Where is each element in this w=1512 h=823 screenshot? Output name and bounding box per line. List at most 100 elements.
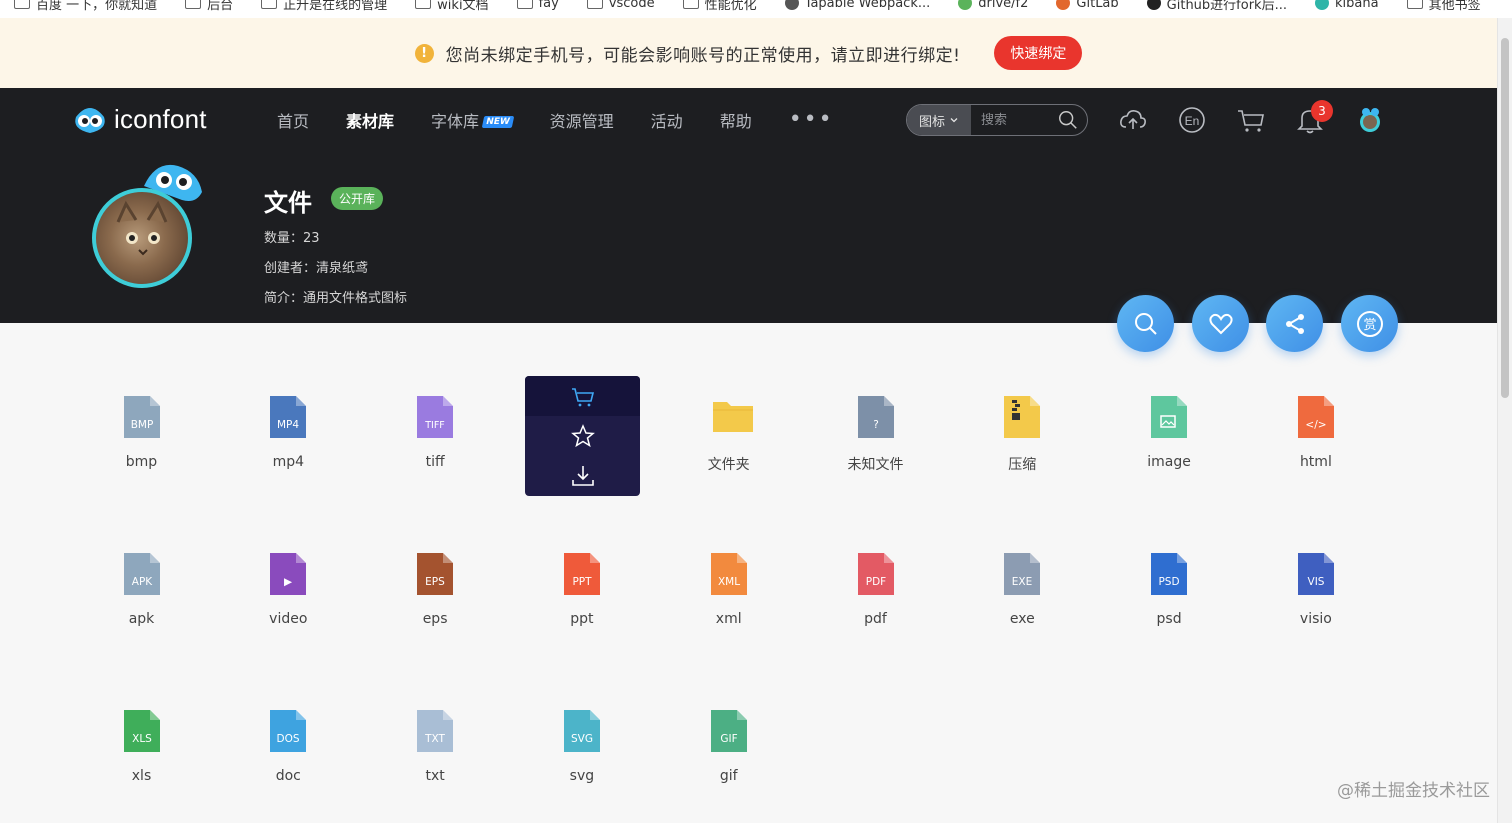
page-scrollbar[interactable]: [1497, 18, 1512, 823]
share-action-button[interactable]: [1266, 295, 1323, 352]
cart-icon[interactable]: [1236, 105, 1266, 135]
svg-text:GIF: GIF: [720, 733, 737, 745]
add-to-cart-icon[interactable]: [570, 384, 596, 410]
bookmark-item[interactable]: drive/f2: [944, 0, 1042, 12]
icon-card[interactable]: PPT ppt: [508, 507, 655, 664]
folder-icon: [261, 0, 278, 9]
search-icon[interactable]: [1057, 109, 1079, 131]
icon-card[interactable]: GIF gif: [655, 664, 802, 821]
svg-text:▶: ▶: [284, 576, 293, 588]
nav-item-1[interactable]: 素材库: [346, 108, 394, 132]
logo-icon: [75, 108, 105, 133]
bookmark-item[interactable]: 百度 一下，你就知道: [0, 0, 171, 13]
folder-icon: [682, 0, 699, 9]
文件夹-file-icon: [711, 396, 753, 436]
bookmark-item[interactable]: 其他书签: [1393, 0, 1495, 13]
kibana-icon: [1314, 0, 1329, 10]
share-icon: [1285, 313, 1304, 334]
icon-label: 压缩: [1008, 457, 1037, 473]
library-title: 文件: [264, 189, 312, 217]
image-file-icon: [1151, 396, 1188, 438]
video-file-icon: ▶: [270, 553, 307, 595]
scrollbar-thumb[interactable]: [1501, 38, 1509, 398]
site-header: iconfont 首页 素材库 字体库 NEW 资源管理 活动 帮助 •••: [0, 88, 1497, 323]
icon-hover-card[interactable]: [525, 376, 640, 496]
bookmark-label: 性能优化: [704, 0, 757, 13]
bookmark-item[interactable]: kibana: [1301, 0, 1393, 12]
icon-card[interactable]: ▶ video: [215, 507, 362, 664]
cat-face-icon: [116, 200, 168, 256]
xml-file-icon: XML: [710, 553, 747, 595]
svg-text:DOS: DOS: [277, 733, 300, 745]
language-icon[interactable]: En: [1177, 105, 1207, 135]
favorite-action-button[interactable]: [1192, 295, 1249, 352]
icon-card[interactable]: 文件夹: [655, 350, 802, 507]
icon-label: pdf: [864, 611, 887, 627]
download-icon[interactable]: [570, 463, 596, 489]
user-avatar-icon[interactable]: [1355, 105, 1385, 135]
more-menu-button[interactable]: •••: [789, 109, 834, 131]
svg-text:APK: APK: [131, 576, 153, 588]
svg-text:PDF: PDF: [865, 576, 885, 588]
icon-card[interactable]: ? 未知文件: [802, 350, 949, 507]
icon-card[interactable]: VIS visio: [1242, 507, 1389, 664]
search-type-select[interactable]: 图标: [907, 105, 971, 135]
quick-bind-button[interactable]: 快速绑定: [994, 36, 1083, 70]
bookmark-label: wiki文档: [437, 0, 489, 13]
bookmark-item[interactable]: wiki文档: [401, 0, 502, 13]
nav-item-5[interactable]: 帮助: [720, 108, 752, 132]
bookmark-item[interactable]: 性能优化: [669, 0, 771, 13]
bookmark-item[interactable]: vscode: [573, 0, 669, 12]
nav-item-0[interactable]: 首页: [277, 108, 309, 132]
icon-label: bmp: [125, 454, 158, 470]
svg-file-icon: SVG: [563, 710, 600, 752]
warning-icon: !: [414, 43, 434, 63]
bookmark-item[interactable]: 后台: [171, 0, 247, 13]
icon-card[interactable]: MP4 mp4: [215, 350, 362, 507]
bookmark-label: vscode: [608, 0, 655, 11]
svg-text:VIS: VIS: [1307, 576, 1324, 588]
bookmark-item[interactable]: GitLab: [1042, 0, 1132, 12]
icon-card[interactable]: APK apk: [68, 507, 215, 664]
svg-text:SVG: SVG: [571, 733, 593, 745]
nav-item-3[interactable]: 资源管理: [550, 108, 614, 132]
gitlab-icon: [1056, 0, 1071, 10]
exe-file-icon: EXE: [1004, 553, 1041, 595]
bookmark-item[interactable]: 正升是在线的管理: [247, 0, 401, 13]
nav-label: 素材库: [346, 112, 395, 131]
svg-text:MP4: MP4: [277, 419, 299, 431]
upload-icon[interactable]: [1118, 105, 1148, 135]
icon-card[interactable]: PDF pdf: [802, 507, 949, 664]
icon-card[interactable]: XLS xls: [68, 664, 215, 821]
icon-card[interactable]: SVG svg: [508, 664, 655, 821]
bookmark-item[interactable]: fay: [503, 0, 573, 12]
bookmark-item[interactable]: Github进行fork后...: [1133, 0, 1301, 13]
icon-card[interactable]: 压缩: [949, 350, 1096, 507]
icon-card[interactable]: TIFF tiff: [362, 350, 509, 507]
icon-card[interactable]: TXT txt: [362, 664, 509, 821]
iconfont-logo[interactable]: iconfont: [72, 103, 207, 135]
star-icon[interactable]: [570, 423, 596, 449]
icon-card[interactable]: BMP bmp: [68, 350, 215, 507]
search-icon: [1134, 312, 1157, 335]
icon-card[interactable]: EPS eps: [362, 507, 509, 664]
icon-card[interactable]: PSD psd: [1096, 507, 1243, 664]
search-input[interactable]: [971, 105, 1057, 135]
icon-label: mp4: [272, 454, 305, 470]
svg-text:BMP: BMP: [130, 419, 153, 431]
bookmark-item[interactable]: Tapable Webpack...: [771, 0, 945, 12]
reward-action-button[interactable]: 赏: [1341, 295, 1398, 352]
icon-card[interactable]: image: [1096, 350, 1243, 507]
nav-item-4[interactable]: 活动: [651, 108, 683, 132]
icon-card[interactable]: EXE exe: [949, 507, 1096, 664]
nav-item-2[interactable]: 字体库 NEW: [431, 108, 514, 132]
svg-text:PPT: PPT: [572, 576, 592, 588]
html-file-icon: </>: [1297, 396, 1334, 438]
icon-card[interactable]: </> html: [1242, 350, 1389, 507]
search-action-button[interactable]: [1117, 295, 1174, 352]
logo-text: iconfont: [114, 103, 207, 134]
icon-card[interactable]: DOS doc: [215, 664, 362, 821]
icon-card[interactable]: XML xml: [655, 507, 802, 664]
gif-file-icon: GIF: [710, 710, 747, 752]
search-type-label: 图标: [918, 114, 945, 130]
